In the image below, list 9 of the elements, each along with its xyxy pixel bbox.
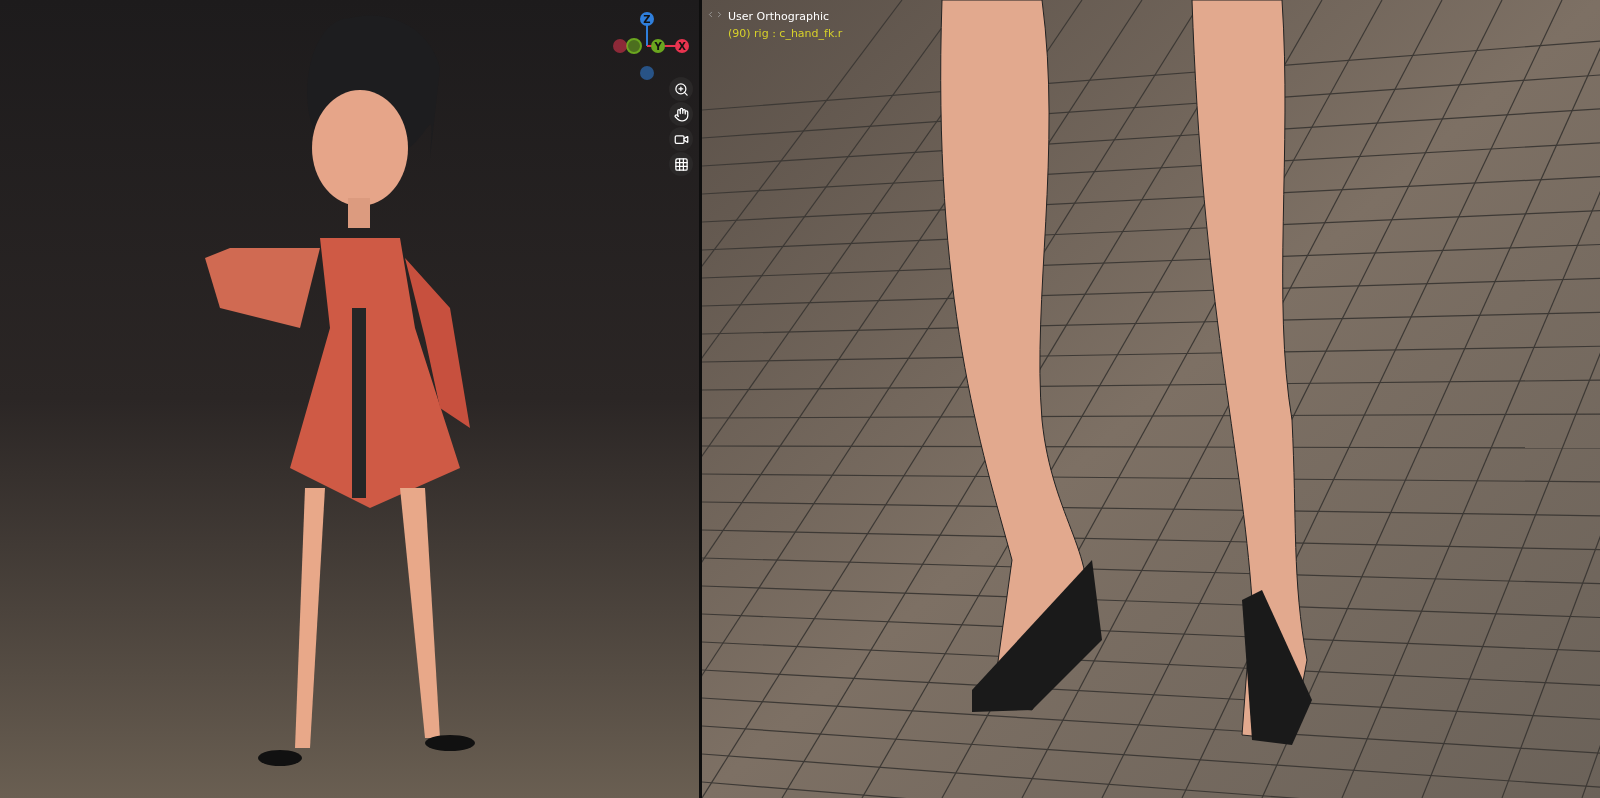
rendered-viewport[interactable]: Z Y X bbox=[0, 0, 699, 798]
wireframe-viewport[interactable]: User Orthographic (90) rig : c_hand_fk.r bbox=[702, 0, 1600, 798]
hand-icon[interactable] bbox=[669, 102, 693, 126]
grid-icon[interactable] bbox=[669, 152, 693, 176]
active-object-label: (90) rig : c_hand_fk.r bbox=[728, 26, 843, 42]
view-name: User Orthographic bbox=[728, 9, 831, 25]
camera-icon[interactable] bbox=[669, 127, 693, 151]
zoom-icon[interactable] bbox=[669, 77, 693, 101]
navigation-gizmo[interactable]: Z Y X bbox=[600, 4, 699, 84]
